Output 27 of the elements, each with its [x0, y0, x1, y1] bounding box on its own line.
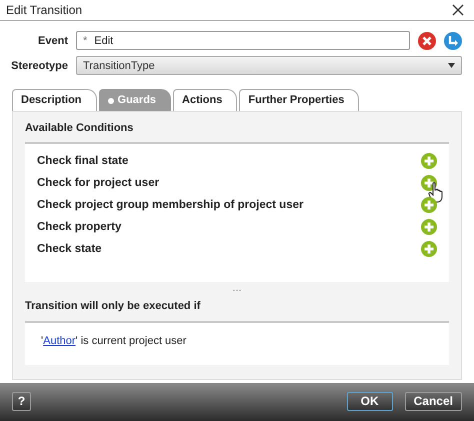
tab[interactable]: Actions [173, 89, 238, 111]
condition-label: Check project group membership of project user [37, 198, 304, 213]
condition-label: Check property [37, 220, 122, 235]
condition-label: Check final state [37, 154, 128, 169]
section-heading: Transition will only be executed if [25, 299, 202, 314]
close-button[interactable] [452, 4, 464, 16]
guard-sentence: 'Author' is current project user [41, 334, 188, 349]
tab[interactable]: Further Properties [239, 89, 360, 111]
field-label: Stereotype [10, 58, 68, 74]
condition-label: Check for project user [37, 176, 160, 191]
dropdown-value: TransitionType [83, 58, 155, 74]
field-label: Event [37, 34, 68, 49]
condition-label: Check state [37, 242, 102, 257]
event-value: Edit [94, 34, 114, 49]
window-title: Edit Transition [6, 2, 82, 20]
bullet-icon [108, 98, 114, 104]
event-field[interactable]: * Edit [76, 31, 410, 50]
author-link[interactable]: Author [43, 334, 76, 347]
ok-button[interactable]: OK [346, 392, 393, 412]
delete-icon[interactable] [418, 32, 436, 50]
section-heading: Available Conditions [25, 120, 134, 136]
help-button[interactable]: ? [12, 392, 31, 412]
cancel-button[interactable]: Cancel [404, 392, 462, 412]
tab[interactable]: Description [12, 89, 97, 111]
caret-icon [448, 63, 455, 68]
asterisk-marker: * [83, 34, 88, 49]
stereotype-dropdown[interactable]: TransitionType [76, 56, 462, 76]
